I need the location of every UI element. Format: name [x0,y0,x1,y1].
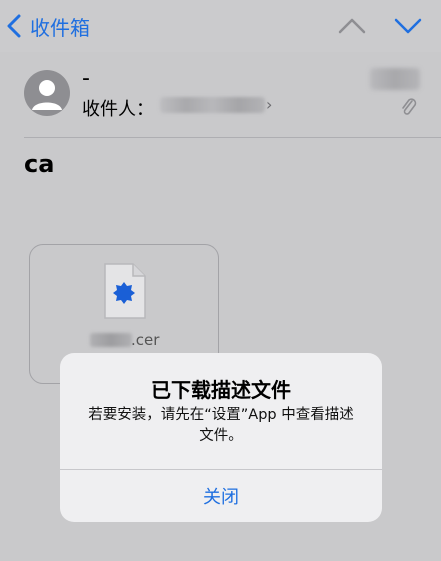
chevron-right-icon[interactable]: › [266,95,272,114]
attachment-name-redacted [90,333,132,347]
alert-title: 已下载描述文件 [151,378,291,402]
close-button[interactable]: 关闭 [60,470,382,522]
alert-message: 若要安装，请先在“设置”App 中查看描述文件。 [88,407,354,444]
email-subject: ca [24,150,55,178]
certificate-file-icon [103,262,147,320]
chevron-left-icon [4,14,24,38]
person-icon [32,80,62,110]
sender-name[interactable]: - [82,66,90,91]
recipient-label: 收件人： [82,99,154,120]
attachment-extension: .cer [131,331,160,349]
paperclip-icon [400,96,418,118]
previous-message-button[interactable] [337,12,367,40]
back-label: 收件箱 [30,15,90,40]
back-button[interactable]: 收件箱 [4,8,90,44]
profile-downloaded-alert: 已下载描述文件 若要安装，请先在“设置”App 中查看描述文件。 关闭 [60,353,382,522]
avatar[interactable] [24,70,70,116]
chevron-up-icon [338,18,366,34]
recipient-address-redacted[interactable] [160,97,265,113]
header-divider [24,137,441,138]
chevron-down-icon [394,18,422,34]
date-redacted [370,68,420,90]
next-message-button[interactable] [393,12,423,40]
